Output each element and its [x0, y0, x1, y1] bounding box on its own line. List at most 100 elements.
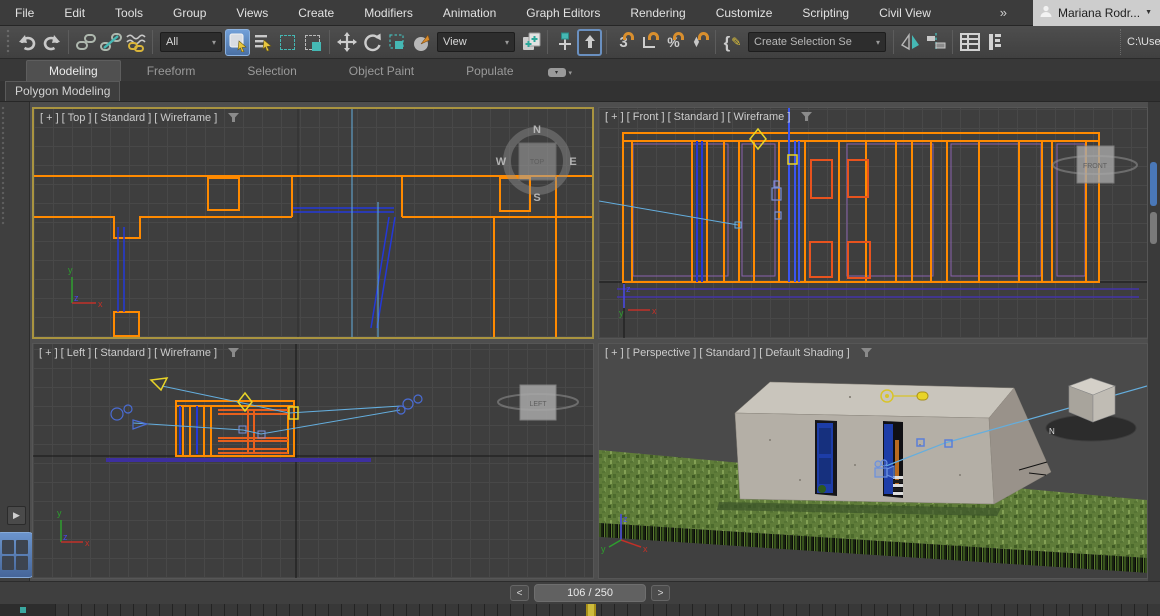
- select-and-rotate-button[interactable]: [359, 29, 384, 56]
- svg-text:S: S: [533, 192, 540, 204]
- toggle-scene-explorer-button[interactable]: [957, 29, 982, 56]
- per-view-filter-icon[interactable]: [801, 112, 812, 122]
- viewport-menu-renderer[interactable]: [ Standard ]: [94, 347, 151, 359]
- svg-text:N: N: [1049, 427, 1055, 436]
- viewport-menu-renderer[interactable]: [ Standard ]: [94, 112, 151, 124]
- gizmo-yellow[interactable]: [151, 378, 298, 419]
- viewport-workspace: ▶ [ + ] [ Top ] [ Standard ] [ Wireframe…: [0, 102, 1160, 581]
- menu-scripting[interactable]: Scripting: [787, 0, 864, 26]
- mirror-button[interactable]: [898, 29, 923, 56]
- tab-selection[interactable]: Selection: [221, 61, 322, 81]
- menu-views[interactable]: Views: [221, 0, 283, 26]
- selection-filter-dropdown[interactable]: All ▾: [160, 32, 222, 52]
- track-bar[interactable]: [0, 604, 1160, 616]
- snaps-toggle-3d-button[interactable]: 3: [611, 29, 636, 56]
- panel-scroll-track[interactable]: [1150, 212, 1157, 244]
- panel-scroll-handle[interactable]: [1150, 162, 1157, 206]
- viewport-left[interactable]: [ + ] [ Left ] [ Standard ] [ Wireframe …: [32, 343, 594, 579]
- menu-customize[interactable]: Customize: [701, 0, 788, 26]
- viewport-menu-shading[interactable]: [ Default Shading ]: [759, 347, 850, 359]
- camera-helper-left[interactable]: [111, 405, 147, 429]
- select-and-place-button[interactable]: [409, 29, 434, 56]
- expand-panel-button[interactable]: ▶: [7, 506, 26, 525]
- menu-civil-view[interactable]: Civil View: [864, 0, 946, 26]
- bind-to-space-warp-icon[interactable]: [123, 29, 148, 56]
- select-and-manipulate-button[interactable]: [552, 29, 577, 56]
- viewcube-front[interactable]: FRONT: [1053, 146, 1137, 183]
- select-object-button[interactable]: [225, 29, 250, 56]
- viewport-menu-general[interactable]: [ + ]: [40, 112, 59, 124]
- redo-button[interactable]: [39, 29, 64, 56]
- ribbon-strip-grip[interactable]: [1, 106, 6, 226]
- select-and-scale-button[interactable]: [384, 29, 409, 56]
- menu-group[interactable]: Group: [158, 0, 221, 26]
- viewport-top[interactable]: [ + ] [ Top ] [ Standard ] [ Wireframe ]: [32, 107, 594, 339]
- tab-populate[interactable]: Populate: [440, 61, 539, 81]
- selection-set-placeholder: Create Selection Se: [754, 36, 852, 48]
- menu-rendering[interactable]: Rendering: [615, 0, 700, 26]
- menu-tools[interactable]: Tools: [100, 0, 158, 26]
- viewport-layout-tab-button[interactable]: [0, 532, 34, 578]
- toolbar-grip[interactable]: [6, 29, 11, 55]
- keyboard-shortcut-override-toggle[interactable]: [577, 29, 602, 56]
- panel-polygon-modeling[interactable]: Polygon Modeling: [5, 81, 120, 101]
- angle-snap-toggle-button[interactable]: [636, 29, 661, 56]
- toggle-layer-explorer-button[interactable]: [982, 29, 1007, 56]
- rectangular-selection-region-button[interactable]: [275, 29, 300, 56]
- viewport-menu-pov[interactable]: [ Front ]: [627, 111, 665, 123]
- viewport-menu-pov[interactable]: [ Top ]: [62, 112, 92, 124]
- viewport-menu-renderer[interactable]: [ Standard ]: [668, 111, 725, 123]
- menu-file[interactable]: File: [0, 0, 49, 26]
- per-view-filter-icon[interactable]: [228, 348, 239, 358]
- viewport-menu-pov[interactable]: [ Left ]: [61, 347, 92, 359]
- viewport-front[interactable]: [ + ] [ Front ] [ Standard ] [ Wireframe…: [598, 107, 1148, 339]
- viewport-menu-shading[interactable]: [ Wireframe ]: [154, 112, 217, 124]
- next-frame-button[interactable]: >: [651, 585, 670, 601]
- current-frame-display[interactable]: 106 / 250: [534, 584, 646, 602]
- viewport-menu-renderer[interactable]: [ Standard ]: [699, 347, 756, 359]
- unlink-selection-icon[interactable]: [98, 29, 123, 56]
- use-pivot-point-center-button[interactable]: [518, 29, 543, 56]
- select-and-link-icon[interactable]: [73, 29, 98, 56]
- reference-coordinate-dropdown[interactable]: View ▾: [437, 32, 515, 52]
- viewport-menu-shading[interactable]: [ Wireframe ]: [727, 111, 790, 123]
- edit-named-selection-sets-button[interactable]: { ✎: [720, 29, 745, 56]
- menu-create[interactable]: Create: [283, 0, 349, 26]
- viewcube-left[interactable]: LEFT: [498, 385, 578, 420]
- tab-object-paint[interactable]: Object Paint: [323, 61, 440, 81]
- camera-helper-right[interactable]: [397, 395, 422, 414]
- viewport-menu-general[interactable]: [ + ]: [605, 111, 624, 123]
- magnet-icon: [648, 32, 659, 40]
- per-view-filter-icon[interactable]: [228, 113, 239, 123]
- viewport-menu-shading[interactable]: [ Wireframe ]: [154, 347, 217, 359]
- viewport-menu-pov[interactable]: [ Perspective ]: [627, 347, 697, 359]
- viewport-menu-general[interactable]: [ + ]: [605, 347, 624, 359]
- select-by-name-button[interactable]: [250, 29, 275, 56]
- viewcube-compass[interactable]: TOP N W E S: [496, 124, 577, 204]
- viewport-perspective[interactable]: [ + ] [ Perspective ] [ Standard ] [ Def…: [598, 343, 1148, 579]
- tab-modeling[interactable]: Modeling: [26, 60, 121, 81]
- menu-graph-editors[interactable]: Graph Editors: [511, 0, 615, 26]
- select-and-move-button[interactable]: [334, 29, 359, 56]
- menu-modifiers[interactable]: Modifiers: [349, 0, 428, 26]
- named-selection-set-dropdown[interactable]: Create Selection Se ▾: [748, 32, 886, 52]
- menu-overflow-chevron-icon[interactable]: »: [990, 5, 1033, 20]
- ribbon-config-dropdown[interactable]: ▾ ▾: [548, 68, 573, 81]
- menu-animation[interactable]: Animation: [428, 0, 511, 26]
- layout-grid-icon: [2, 540, 28, 570]
- tab-freeform[interactable]: Freeform: [121, 61, 222, 81]
- viewport-menu-general[interactable]: [ + ]: [39, 347, 58, 359]
- user-account-menu[interactable]: Mariana Rodr... ▼: [1033, 0, 1160, 26]
- window-crossing-toggle-button[interactable]: [300, 29, 325, 56]
- percent-snap-toggle-button[interactable]: %: [661, 29, 686, 56]
- previous-frame-button[interactable]: <: [510, 585, 529, 601]
- align-button[interactable]: [923, 29, 948, 56]
- project-path-toolbar[interactable]: C:\Users\W: [1120, 29, 1160, 55]
- viewcube-3d[interactable]: N: [1046, 378, 1136, 441]
- undo-button[interactable]: [14, 29, 39, 56]
- per-view-filter-icon[interactable]: [861, 348, 872, 358]
- pencil-icon: ✎: [731, 35, 741, 49]
- time-slider-handle[interactable]: [586, 604, 596, 616]
- spinner-snap-toggle-button[interactable]: ▲▼: [686, 29, 711, 56]
- menu-edit[interactable]: Edit: [49, 0, 100, 26]
